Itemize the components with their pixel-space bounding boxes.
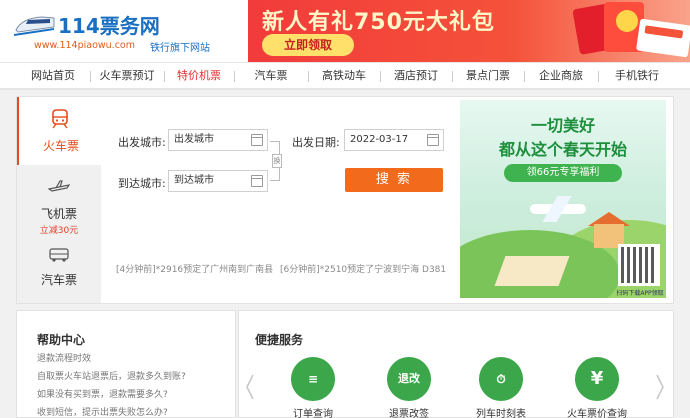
nav-divider <box>524 71 525 82</box>
nav-item-home[interactable]: 网站首页 <box>20 63 86 89</box>
quick-services: 便捷服务 ≡ 订单查询 退改 退票改签 ⏱ 列车时刻表 ¥ 火车票价查询 <box>238 310 674 418</box>
help-title: 帮助中心 <box>37 333 86 347</box>
main-nav: 网站首页 火车票预订 特价机票 汽车票 高铁动车 酒店预订 景点门票 企业商旅 … <box>0 62 690 90</box>
calendar-icon <box>427 134 439 146</box>
service-price-query[interactable]: ¥ 火车票价查询 <box>567 357 627 418</box>
service-label: 退票改签 <box>389 409 429 418</box>
coupon-card-icon <box>636 18 690 58</box>
promo-line-2: 都从这个春天开始 <box>498 140 627 159</box>
from-city-label: 出发城市: <box>118 136 166 149</box>
services-title: 便捷服务 <box>255 333 304 347</box>
schedule-icon: ⏱ <box>479 357 523 401</box>
site-url: www.114piaowu.com <box>34 40 135 51</box>
to-city-input[interactable]: 到达城市 <box>168 170 268 192</box>
nav-divider <box>90 71 91 82</box>
help-center: 帮助中心 退款流程时效 自取票火车站退票后，退款多久到账? 如果没有买到票，退款… <box>16 310 236 418</box>
promo-welfare-pill[interactable]: 领66元专享福利 <box>504 164 622 182</box>
tab-flight-label: 飞机票 <box>40 207 77 221</box>
help-link[interactable]: 自取票火车站退票后，退款多久到账? <box>37 369 186 382</box>
ticket-type-tabs: 火车票 飞机票 立减30元 汽车票 <box>17 97 101 303</box>
help-link[interactable]: 收到短信，提示出票失败怎么办? <box>37 405 168 418</box>
tab-bus-label: 汽车票 <box>40 273 77 287</box>
promo-line-1: 一切美好 <box>530 116 595 135</box>
plane-illustration <box>530 204 586 214</box>
swap-label: 换 <box>272 154 282 168</box>
site-logo[interactable]: 114票务网 www.114piaowu.com 铁行旗下网站 <box>14 8 244 56</box>
nav-item-mobile[interactable]: 手机铁行 <box>604 63 670 89</box>
nav-divider <box>598 71 599 82</box>
qr-code-icon <box>618 244 660 286</box>
train-logo-icon <box>14 16 55 36</box>
train-icon <box>52 109 68 129</box>
tab-bus[interactable]: 汽车票 <box>17 237 101 305</box>
tab-train[interactable]: 火车票 <box>17 97 101 165</box>
qr-caption: 扫码下载APP领取 <box>616 290 664 297</box>
claim-button[interactable]: 立即领取 <box>262 34 354 56</box>
site-tagline: 铁行旗下网站 <box>150 43 210 54</box>
picnic-mat-illustration <box>494 256 570 286</box>
brand-name: 114票务网 <box>58 14 160 38</box>
promo-banner[interactable]: 新人有礼750元大礼包 立即领取 <box>248 0 690 62</box>
nav-item-business[interactable]: 企业商旅 <box>528 63 594 89</box>
from-city-input[interactable]: 出发城市 <box>168 129 268 151</box>
nav-item-highspeed[interactable]: 高铁动车 <box>312 63 376 89</box>
to-city-label: 到达城市: <box>118 177 166 190</box>
tab-train-label: 火车票 <box>42 139 79 153</box>
recent-booking-1: [4分钟前]*2916预定了广州南到广南县 <box>116 265 274 275</box>
swap-cities-button[interactable]: 换 <box>270 141 282 181</box>
help-link[interactable]: 如果没有买到票，退款需要多久? <box>37 387 168 400</box>
banner-headline: 新人有礼750元大礼包 <box>262 10 495 35</box>
service-label: 列车时刻表 <box>476 409 526 418</box>
nav-divider <box>380 71 381 82</box>
plane-icon <box>48 180 70 192</box>
chevron-left-icon[interactable] <box>245 373 255 401</box>
nav-divider <box>234 71 235 82</box>
nav-item-train[interactable]: 火车票预订 <box>94 63 160 89</box>
nav-divider <box>452 71 453 82</box>
nav-divider <box>164 71 165 82</box>
order-icon: ≡ <box>291 357 335 401</box>
site-header: 114票务网 www.114piaowu.com 铁行旗下网站 新人有礼750元… <box>0 0 690 62</box>
calendar-icon <box>251 175 263 187</box>
departure-date-label: 出发日期: <box>292 136 340 149</box>
nav-item-bus[interactable]: 汽车票 <box>238 63 304 89</box>
nav-item-tickets[interactable]: 景点门票 <box>456 63 520 89</box>
spring-promo-ad[interactable]: 一切美好 都从这个春天开始 领66元专享福利 扫码下载APP领取 <box>460 100 666 298</box>
search-button[interactable]: 搜 索 <box>345 168 443 192</box>
nav-divider <box>308 71 309 82</box>
service-order-query[interactable]: ≡ 订单查询 <box>283 357 343 418</box>
coin-icon <box>616 10 638 32</box>
calendar-icon <box>251 134 263 146</box>
recent-booking-2: [6分钟前]*2510预定了宁波到宁海 D381 <box>280 265 447 275</box>
tab-flight[interactable]: 飞机票 立减30元 <box>17 167 101 236</box>
service-label: 订单查询 <box>293 409 333 418</box>
flight-discount-badge: 立减30元 <box>39 226 79 236</box>
help-link[interactable]: 退款流程时效 <box>37 351 91 364</box>
price-icon: ¥ <box>575 357 619 401</box>
refund-icon: 退改 <box>387 357 431 401</box>
service-train-schedule[interactable]: ⏱ 列车时刻表 <box>471 357 531 418</box>
service-label: 火车票价查询 <box>567 409 627 418</box>
departure-date-input[interactable]: 2022-03-17 <box>344 129 444 151</box>
chevron-right-icon[interactable] <box>655 373 665 401</box>
nav-item-flights[interactable]: 特价机票 <box>168 63 230 89</box>
nav-item-hotel[interactable]: 酒店预订 <box>384 63 448 89</box>
service-refund-change[interactable]: 退改 退票改签 <box>379 357 439 418</box>
bus-icon <box>49 248 69 262</box>
